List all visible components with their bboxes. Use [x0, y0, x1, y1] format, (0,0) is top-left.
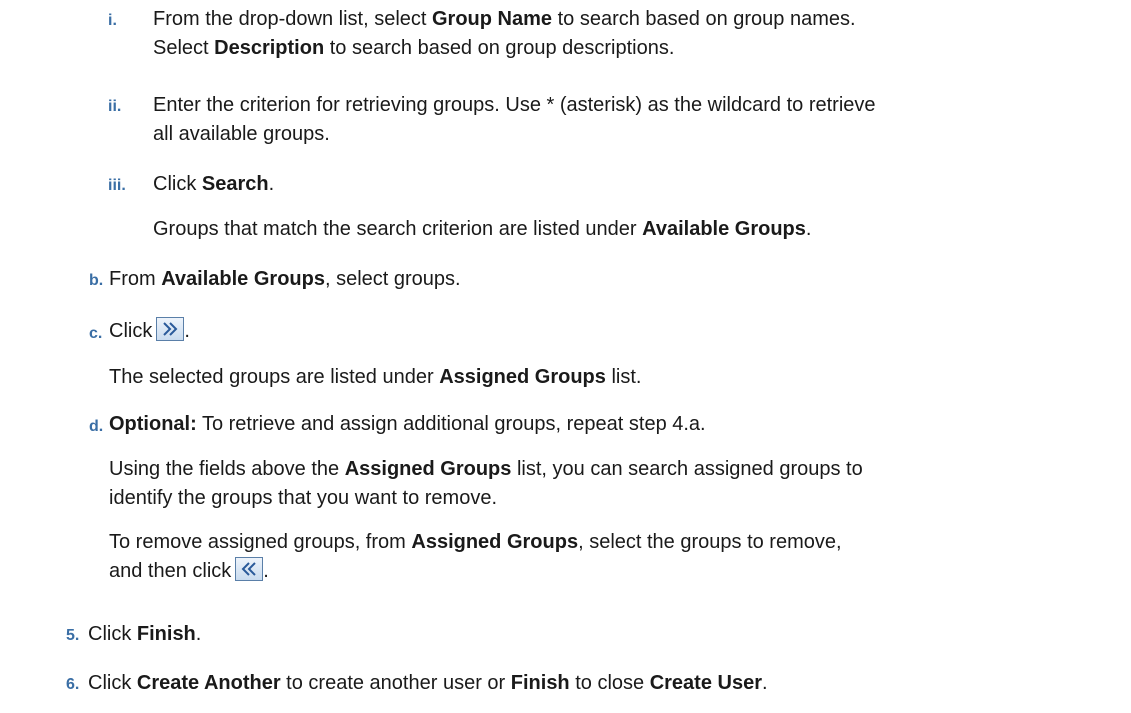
- step-ii-text: Enter the criterion for retrieving group…: [153, 94, 876, 145]
- step-5-number: 5.: [66, 627, 80, 644]
- step-c-number: c.: [89, 325, 103, 342]
- step-c-text: Click.: [109, 317, 190, 346]
- move-right-icon: [156, 317, 185, 341]
- step-ii-number: ii.: [108, 98, 122, 115]
- step-d-paragraph-1: Using the fields above the Assigned Grou…: [109, 458, 863, 509]
- step-iii-number: iii.: [108, 177, 126, 194]
- step-d-paragraph-2: To remove assigned groups, from Assigned…: [109, 531, 842, 582]
- step-b-number: b.: [89, 272, 104, 289]
- step-iii-result: Groups that match the search criterion a…: [153, 218, 812, 240]
- move-left-icon: [235, 557, 264, 581]
- step-6-text: Click Create Another to create another u…: [88, 672, 768, 694]
- step-b-text: From Available Groups, select groups.: [109, 268, 461, 290]
- step-i-text: From the drop-down list, select Group Na…: [153, 8, 856, 59]
- step-d-number: d.: [89, 418, 104, 435]
- step-d-text: Optional: To retrieve and assign additio…: [109, 413, 706, 435]
- step-c-result: The selected groups are listed under Ass…: [109, 366, 642, 388]
- step-6-number: 6.: [66, 676, 80, 693]
- step-i-number: i.: [108, 12, 117, 29]
- step-iii-text: Click Search.: [153, 173, 275, 195]
- step-5-text: Click Finish.: [88, 623, 202, 645]
